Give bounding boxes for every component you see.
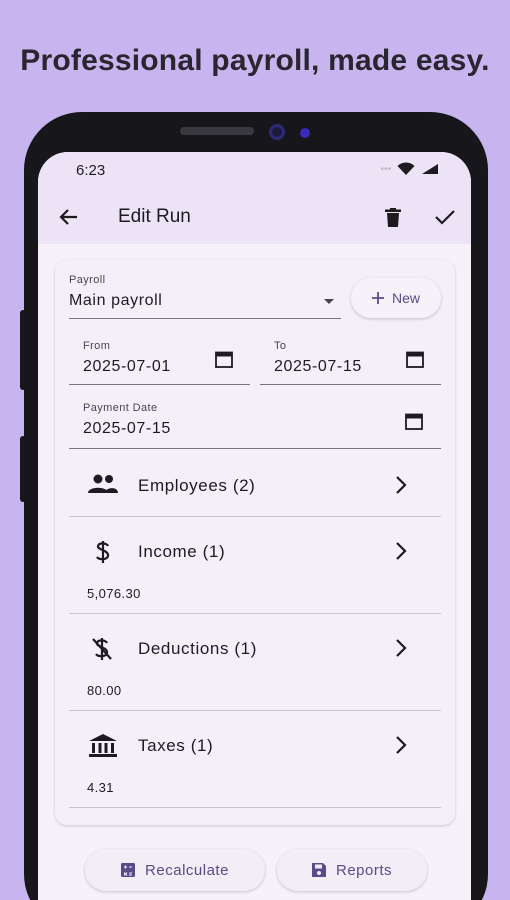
status-time: 6:23 xyxy=(76,162,106,179)
money-off-icon xyxy=(92,638,112,660)
wifi-icon xyxy=(397,162,415,175)
payment-date-field[interactable]: Payment Date 2025-07-15 xyxy=(69,402,441,449)
save-icon xyxy=(311,863,326,877)
section-divider xyxy=(69,710,441,711)
to-date-field[interactable]: To 2025-07-15 xyxy=(260,340,441,385)
new-payroll-button[interactable]: New xyxy=(351,278,441,318)
section-employees[interactable]: Employees (2) xyxy=(55,452,455,516)
back-button[interactable] xyxy=(56,204,82,230)
payment-value: 2025-07-15 xyxy=(83,420,171,437)
to-label: To xyxy=(274,340,287,352)
from-value: 2025-07-01 xyxy=(83,358,171,375)
calendar-icon xyxy=(215,351,233,368)
section-divider xyxy=(69,516,441,517)
sensor xyxy=(300,128,310,138)
save-button[interactable] xyxy=(432,204,458,230)
phone-speaker xyxy=(180,127,254,135)
plus-icon xyxy=(371,292,384,304)
section-title: Income (1) xyxy=(138,542,226,561)
section-title: Employees (2) xyxy=(138,476,256,495)
front-camera xyxy=(269,124,285,140)
recalculate-label: Recalculate xyxy=(145,861,229,879)
chevron-right-icon xyxy=(396,476,407,494)
section-divider xyxy=(69,807,441,808)
section-divider xyxy=(69,613,441,614)
calculator-icon xyxy=(121,863,136,877)
section-title: Taxes (1) xyxy=(138,736,214,755)
bank-icon xyxy=(89,734,117,757)
trash-icon xyxy=(385,207,401,227)
section-income[interactable]: Income (1) 5,076.30 xyxy=(55,518,455,614)
recalculate-button[interactable]: Recalculate xyxy=(85,849,265,891)
to-value: 2025-07-15 xyxy=(274,358,362,375)
promo-headline: Professional payroll, made easy. xyxy=(20,44,490,77)
app-screen: 6:23 ••• Edit Run Payroll Main payroll N… xyxy=(38,152,471,900)
reports-label: Reports xyxy=(335,861,393,879)
dropdown-arrow-icon xyxy=(324,299,334,304)
chevron-right-icon xyxy=(396,639,407,657)
battery-icon xyxy=(422,164,438,174)
section-amount: 80.00 xyxy=(87,683,122,698)
notification-dots-icon: ••• xyxy=(380,163,391,175)
page-title: Edit Run xyxy=(118,206,191,227)
payment-label: Payment Date xyxy=(83,402,158,414)
payroll-label: Payroll xyxy=(69,274,106,286)
people-icon xyxy=(88,474,118,493)
from-label: From xyxy=(83,340,111,352)
section-amount: 5,076.30 xyxy=(87,586,141,601)
from-date-field[interactable]: From 2025-07-01 xyxy=(69,340,250,385)
chevron-right-icon xyxy=(396,736,407,754)
section-amount: 4.31 xyxy=(87,780,114,795)
calendar-icon xyxy=(405,413,423,430)
to-underline xyxy=(260,384,441,385)
payment-underline xyxy=(69,448,441,449)
new-button-label: New xyxy=(391,290,420,306)
run-card: Payroll Main payroll New From 2025-07-01 xyxy=(55,260,455,825)
calendar-icon xyxy=(406,351,424,368)
dollar-icon xyxy=(96,541,110,563)
delete-button[interactable] xyxy=(380,204,406,230)
app-bar: 6:23 ••• Edit Run xyxy=(38,152,471,244)
check-icon xyxy=(435,210,455,225)
status-icons: ••• xyxy=(380,162,439,176)
section-title: Deductions (1) xyxy=(138,639,257,658)
section-taxes[interactable]: Taxes (1) 4.31 xyxy=(55,712,455,808)
arrow-back-icon xyxy=(59,209,77,225)
payroll-value: Main payroll xyxy=(69,292,163,309)
payroll-select[interactable]: Payroll Main payroll xyxy=(69,274,341,319)
payroll-underline xyxy=(69,318,341,319)
from-underline xyxy=(69,384,250,385)
reports-button[interactable]: Reports xyxy=(277,849,427,891)
section-deductions[interactable]: Deductions (1) 80.00 xyxy=(55,615,455,711)
chevron-right-icon xyxy=(396,542,407,560)
